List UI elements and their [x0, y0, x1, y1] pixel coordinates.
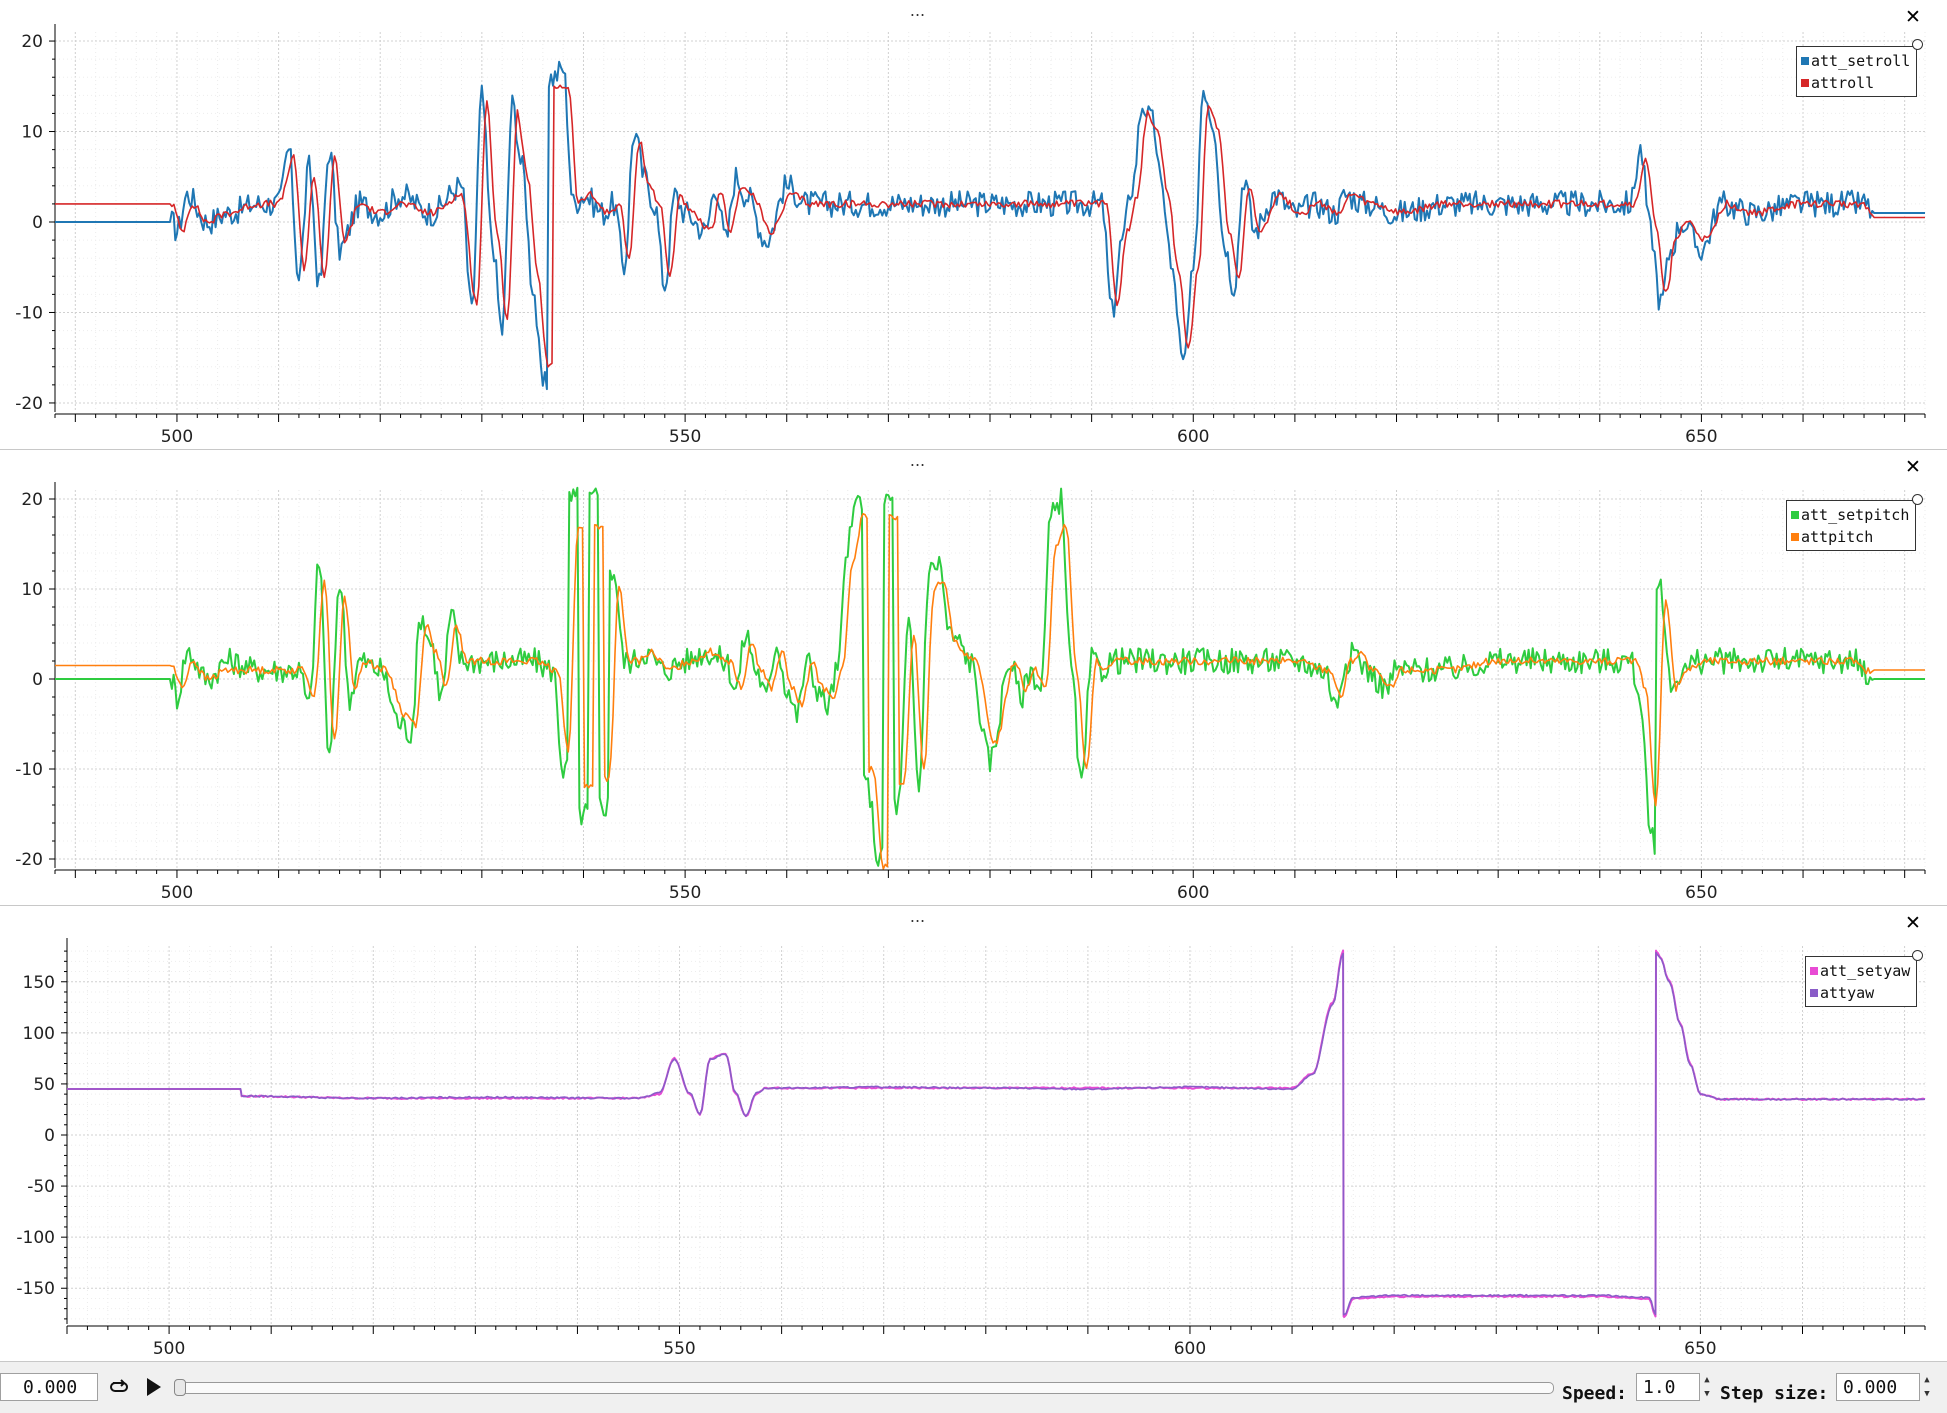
- legend-label: att_setpitch: [1801, 506, 1910, 524]
- y-tick-label: -20: [15, 850, 43, 870]
- y-tick-label: 0: [32, 213, 43, 233]
- panel-menu-dots[interactable]: ...: [905, 453, 930, 469]
- x-tick-label: 650: [1685, 427, 1717, 447]
- time-input[interactable]: 0.000: [0, 1373, 98, 1401]
- legend-label: attpitch: [1801, 528, 1874, 546]
- plot-area-yaw[interactable]: 500 550 600 650150100500-50-100-150: [0, 906, 1947, 1361]
- y-tick-label: -150: [16, 1279, 55, 1299]
- y-tick-label: 10: [21, 123, 43, 143]
- legend-item[interactable]: attpitch: [1791, 526, 1909, 548]
- series-line-att_setyaw: [67, 949, 1926, 1318]
- legend-resize-handle[interactable]: [1912, 39, 1923, 50]
- grid: [66, 946, 1926, 1324]
- x-tick-label: 600: [1174, 1339, 1206, 1359]
- y-tick-label: 50: [33, 1075, 55, 1095]
- y-tick-label: 100: [23, 1024, 55, 1044]
- plot-panel-roll[interactable]: 500 550 600 650 20 10 0 -10 -20 ... ✕ att_setrol…: [0, 0, 1947, 450]
- y-tick-label: -10: [15, 760, 43, 780]
- close-icon[interactable]: ✕: [1904, 914, 1922, 933]
- y-tick-label: 20: [21, 490, 43, 510]
- legend-item[interactable]: att_setyaw: [1810, 960, 1910, 982]
- y-tick-label: 0: [44, 1126, 55, 1146]
- speed-input[interactable]: 1.0: [1636, 1373, 1700, 1401]
- spin-up-icon[interactable]: ▲: [1700, 1373, 1714, 1387]
- legend-resize-handle[interactable]: [1912, 494, 1923, 505]
- x-tick-label: 550: [663, 1339, 695, 1359]
- panel-menu-dots[interactable]: ...: [905, 3, 930, 19]
- step-size-label: Step size:: [1720, 1383, 1829, 1404]
- panel-menu-dots[interactable]: ...: [905, 909, 930, 925]
- playback-toolbar: 0.000 Speed: 1.0 ▲ ▼ Step size: 0.000 ▲ ▼: [0, 1362, 1947, 1413]
- legend-label: att_setroll: [1811, 52, 1911, 70]
- x-tick-label: 650: [1684, 1339, 1716, 1359]
- plot-panel-pitch[interactable]: 500 550 600 650 20 10 0 -10 -20 ... ✕ att_setpit…: [0, 450, 1947, 906]
- speed-spinner[interactable]: ▲ ▼: [1700, 1373, 1714, 1401]
- y-tick-label: 10: [21, 580, 43, 600]
- timeline-slider-handle[interactable]: [174, 1379, 186, 1396]
- spin-down-icon[interactable]: ▼: [1920, 1387, 1934, 1401]
- legend-label: attyaw: [1820, 984, 1875, 1002]
- legend-item[interactable]: att_setroll: [1801, 50, 1910, 72]
- legend-label: att_setyaw: [1820, 962, 1911, 980]
- series-line-att_setpitch: [55, 486, 1925, 867]
- play-icon[interactable]: [144, 1376, 164, 1398]
- legend-roll[interactable]: att_setroll attroll: [1796, 46, 1918, 97]
- y-tick-label: 20: [21, 32, 43, 52]
- legend-item[interactable]: attyaw: [1810, 982, 1910, 1004]
- series-line-attyaw: [67, 951, 1926, 1316]
- grid: [54, 490, 1926, 868]
- step-size-input[interactable]: 0.000: [1836, 1373, 1920, 1401]
- spin-up-icon[interactable]: ▲: [1920, 1373, 1934, 1387]
- legend-item[interactable]: att_setpitch: [1791, 504, 1909, 526]
- x-tick-label: 500: [161, 883, 193, 903]
- y-tick-label: 150: [23, 973, 55, 993]
- spin-down-icon[interactable]: ▼: [1700, 1387, 1714, 1401]
- x-tick-label: 500: [153, 1339, 185, 1359]
- close-icon[interactable]: ✕: [1904, 458, 1922, 477]
- timeline-slider[interactable]: [174, 1382, 1554, 1394]
- x-tick-label: 500: [161, 427, 193, 447]
- speed-label: Speed:: [1562, 1383, 1628, 1404]
- close-icon[interactable]: ✕: [1904, 8, 1922, 27]
- y-tick-label: -100: [16, 1228, 55, 1248]
- x-tick-label: 550: [669, 883, 701, 903]
- y-tick-label: -50: [27, 1177, 55, 1197]
- x-tick-label: 650: [1685, 883, 1717, 903]
- legend-pitch[interactable]: att_setpitch attpitch: [1786, 500, 1917, 551]
- legend-item[interactable]: attroll: [1801, 72, 1910, 94]
- legend-label: attroll: [1811, 74, 1875, 92]
- y-tick-label: -20: [15, 394, 43, 414]
- y-tick-label: 0: [32, 670, 43, 690]
- plot-area-roll[interactable]: 500 550 600 650 20 10 0 -10 -20: [0, 0, 1947, 449]
- legend-resize-handle[interactable]: [1912, 950, 1923, 961]
- step-size-spinner[interactable]: ▲ ▼: [1920, 1373, 1934, 1401]
- legend-yaw[interactable]: att_setyaw attyaw: [1805, 956, 1918, 1007]
- loop-icon[interactable]: [108, 1377, 130, 1397]
- plot-area-pitch[interactable]: 500 550 600 650 20 10 0 -10 -20: [0, 450, 1947, 905]
- plot-panel-yaw[interactable]: 500 550 600 650 150 100 50 0 -50 -100 -150 ... ✕ a…: [0, 906, 1947, 1362]
- y-tick-label: -10: [15, 303, 43, 323]
- x-tick-label: 600: [1177, 883, 1209, 903]
- x-tick-label: 600: [1177, 427, 1209, 447]
- x-tick-label: 550: [669, 427, 701, 447]
